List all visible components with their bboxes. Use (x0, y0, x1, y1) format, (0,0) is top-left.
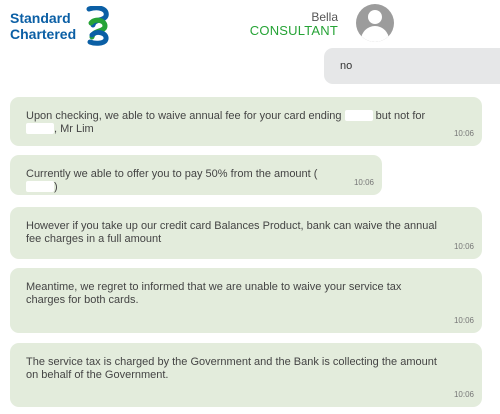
message-text: The service tax is charged by the Govern… (26, 356, 437, 381)
message-text-part: Currently we able to offer you to pay 50… (26, 168, 318, 180)
redacted-amount (26, 181, 54, 192)
agent-message-bubble: Upon checking, we able to waive annual f… (10, 97, 482, 146)
standard-chartered-logo: Standard Chartered (10, 6, 120, 46)
agent-message-bubble: The service tax is charged by the Govern… (10, 343, 482, 407)
avatar-head (368, 10, 382, 24)
agent-name: Bella (311, 10, 338, 24)
message-text: However if you take up our credit card B… (26, 220, 437, 245)
brand-line-1: Standard (10, 10, 71, 26)
message-text-part: ) (54, 181, 58, 193)
redacted-card-number (26, 123, 54, 134)
message-timestamp: 10:06 (453, 129, 474, 138)
user-avatar-icon (356, 4, 394, 42)
agent-message-bubble: However if you take up our credit card B… (10, 207, 482, 259)
user-message-bubble: no (324, 48, 500, 84)
agent-message-bubble: Meantime, we regret to informed that we … (10, 268, 482, 333)
message-text-part: Upon checking, we able to waive annual f… (26, 110, 342, 122)
redacted-card-number (344, 110, 373, 121)
message-timestamp: 10:06 (453, 390, 474, 399)
avatar-body (361, 26, 389, 42)
message-timestamp: 10:06 (353, 178, 374, 187)
message-timestamp: 10:06 (453, 316, 474, 325)
message-timestamp: 10:06 (453, 242, 474, 251)
message-text-part: , Mr Lim (54, 123, 94, 135)
brand-line-2: Chartered (10, 26, 77, 42)
brand-name: Standard Chartered (10, 10, 84, 42)
agent-role: CONSULTANT (249, 23, 338, 38)
standard-chartered-emblem-icon (86, 6, 109, 46)
message-text-part: but not for (375, 110, 426, 122)
user-message-text: no (340, 60, 353, 72)
agent-message-bubble: Currently we able to offer you to pay 50… (10, 155, 382, 195)
message-text: Meantime, we regret to informed that we … (26, 281, 402, 306)
